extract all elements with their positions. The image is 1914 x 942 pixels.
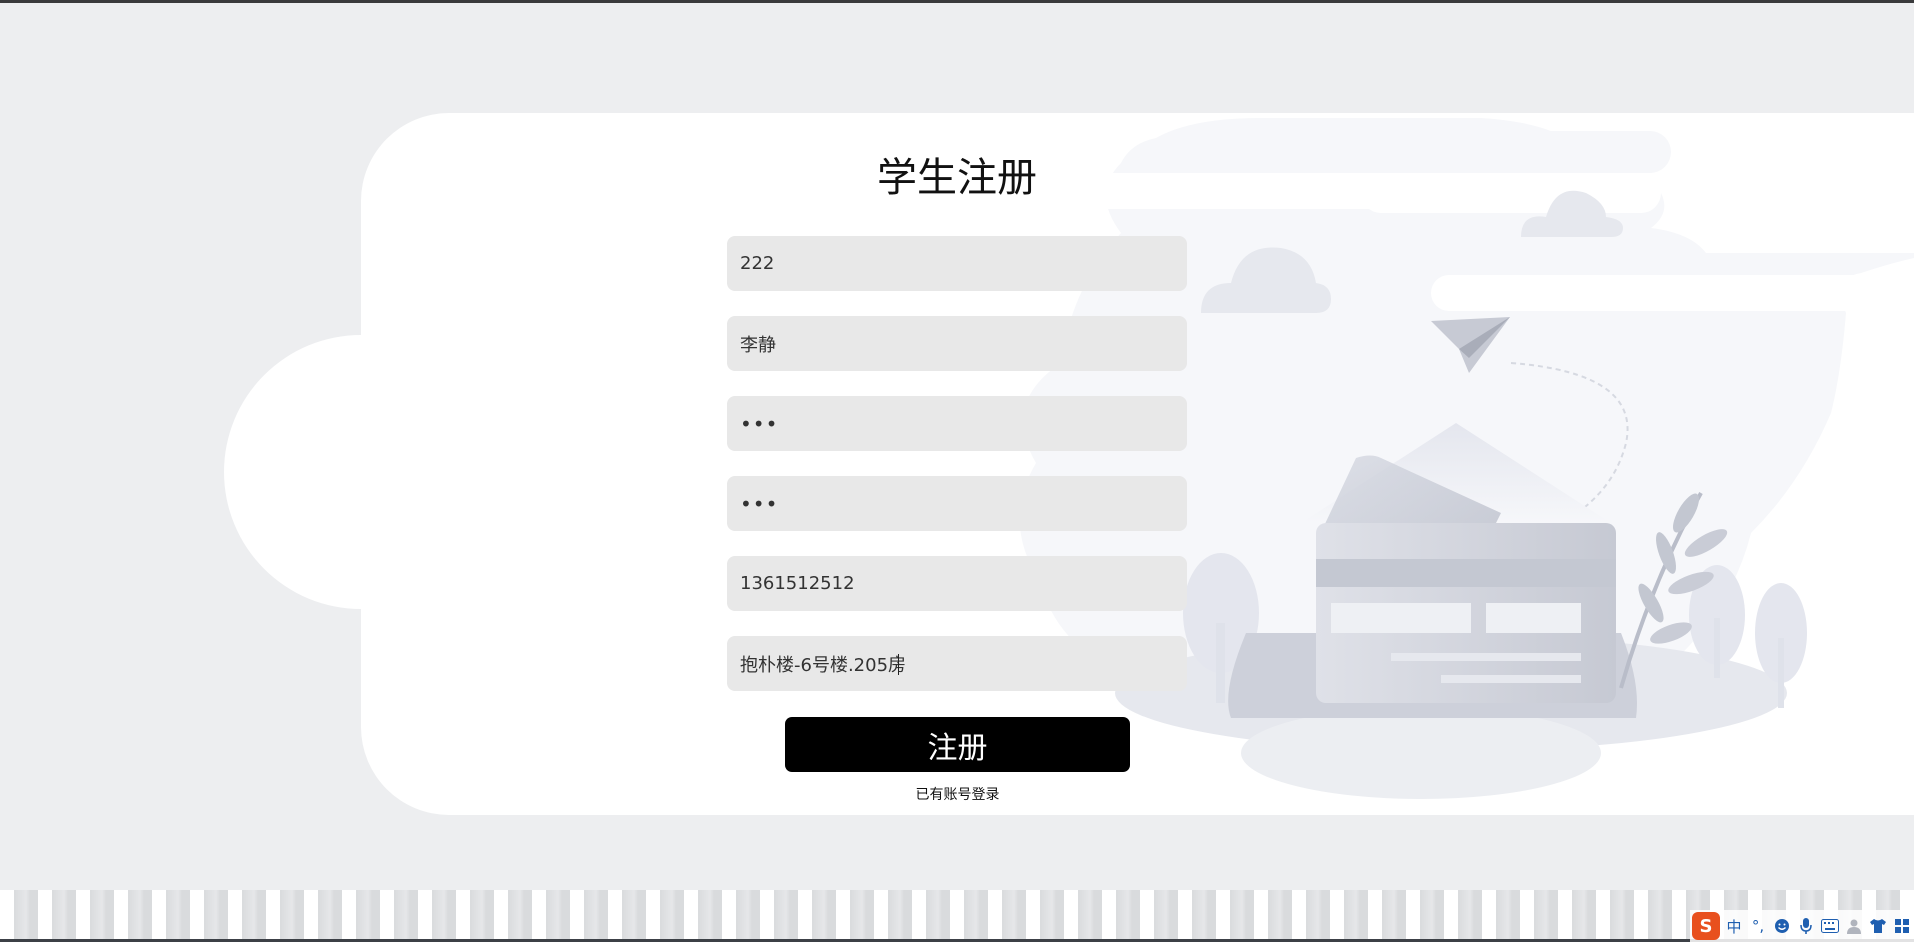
microphone-icon[interactable] [1796,915,1816,937]
register-form [727,236,1187,716]
ime-mode-toggle[interactable]: 中 [1724,915,1744,937]
dorm-address-input[interactable] [727,636,1187,691]
confirm-password-input[interactable] [727,476,1187,531]
keyboard-icon[interactable] [1820,915,1840,937]
password-input[interactable] [727,396,1187,451]
skin-icon[interactable] [1868,915,1888,937]
user-icon[interactable] [1844,915,1864,937]
emoji-icon[interactable] [1772,915,1792,937]
text-caret [898,654,899,675]
window-top-border [0,0,1914,3]
login-link[interactable]: 已有账号登录 [785,784,1130,804]
ime-punct-toggle[interactable]: °, [1748,915,1768,937]
student-name-input[interactable] [727,316,1187,371]
ime-toolbar: S 中 °, [1690,910,1914,942]
register-button[interactable]: 注册 [785,717,1130,772]
bottom-stripe [0,890,1914,939]
grid-icon[interactable] [1892,915,1912,937]
phone-input[interactable] [727,556,1187,611]
page-title: 学生注册 [877,155,1037,201]
student-id-input[interactable] [727,236,1187,291]
ime-logo-icon[interactable]: S [1692,912,1720,940]
